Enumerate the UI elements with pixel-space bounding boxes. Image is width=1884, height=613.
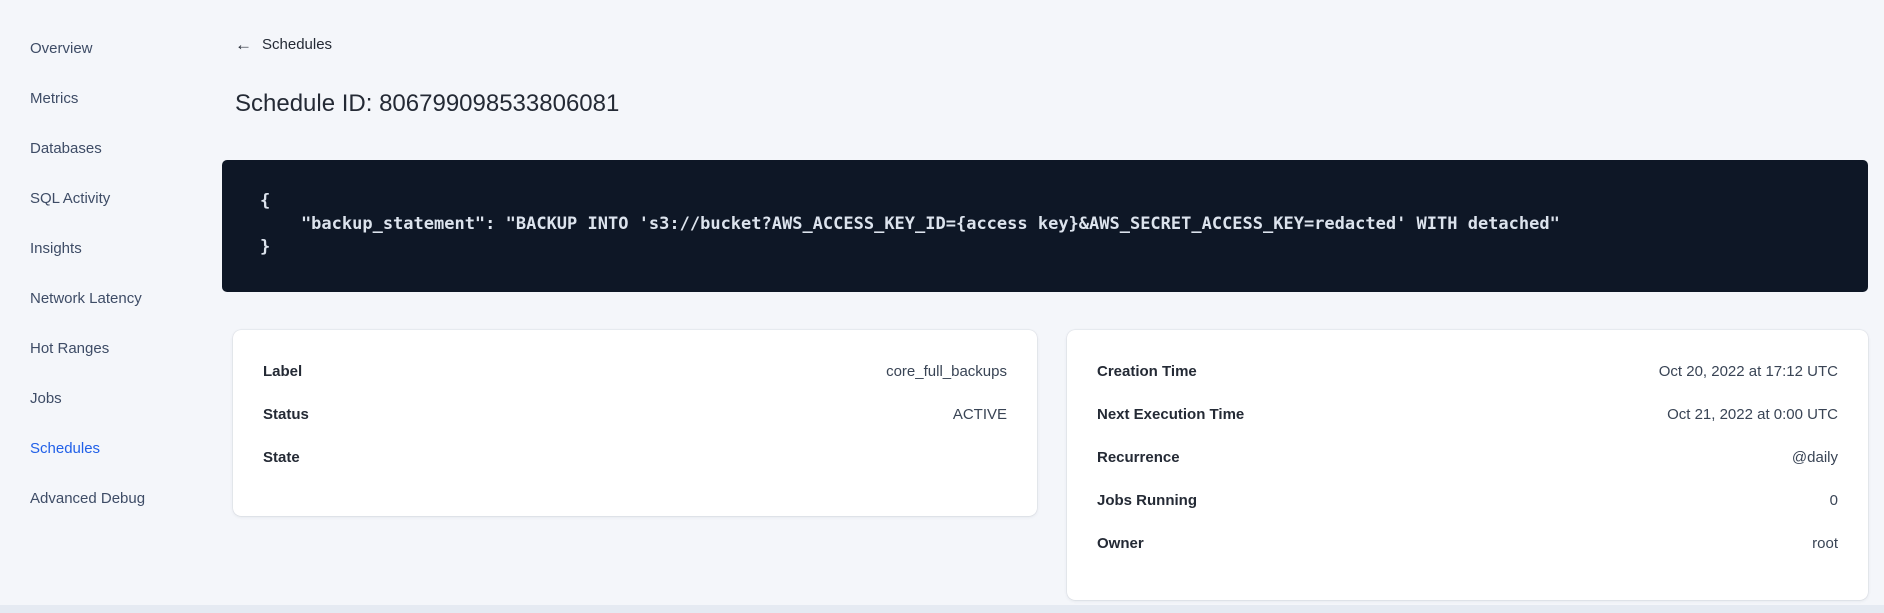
code-line: { [260,191,271,211]
row-value: Oct 20, 2022 at 17:12 UTC [1658,363,1838,380]
row-value: Oct 21, 2022 at 0:00 UTC [1667,406,1838,423]
sidebar-item-network-latency[interactable]: Network Latency [0,273,206,323]
sidebar-item-advanced-debug[interactable]: Advanced Debug [0,473,206,523]
sidebar-item-label: SQL Activity [30,189,111,207]
row-label: Owner [1097,535,1144,552]
row-label: Creation Time [1097,363,1197,380]
sidebar-item-jobs[interactable]: Jobs [0,373,206,423]
card-row-label: Label core_full_backups [263,360,1007,384]
row-label: State [263,449,300,466]
card-row-recurrence: Recurrence @daily [1097,446,1838,470]
schedule-timing-card: Creation Time Oct 20, 2022 at 17:12 UTC … [1067,330,1868,600]
sidebar-item-label: Jobs [30,389,62,407]
page-title: Schedule ID: 806799098533806081 [235,90,620,117]
row-value: core_full_backups [886,363,1007,380]
sidebar-item-sql-activity[interactable]: SQL Activity [0,173,206,223]
card-row-owner: Owner root [1097,532,1838,556]
card-row-creation-time: Creation Time Oct 20, 2022 at 17:12 UTC [1097,360,1838,384]
sidebar-item-label: Overview [30,39,93,57]
row-value: 0 [1829,492,1838,509]
row-value: @daily [1791,449,1838,466]
summary-cards-row: Label core_full_backups Status ACTIVE St… [233,330,1868,600]
bottom-edge-strip [0,605,1884,613]
row-label: Recurrence [1097,449,1180,466]
card-row-jobs-running: Jobs Running 0 [1097,489,1838,513]
sidebar-item-overview[interactable]: Overview [0,23,206,73]
sidebar-item-metrics[interactable]: Metrics [0,73,206,123]
back-to-schedules-link[interactable]: ← Schedules [235,36,332,53]
sidebar-item-label: Schedules [30,439,101,457]
back-link-label: Schedules [262,36,333,53]
sidebar-item-databases[interactable]: Databases [0,123,206,173]
row-label: Jobs Running [1097,492,1197,509]
code-line: } [260,237,271,257]
card-row-state: State [263,446,1007,470]
code-line: "backup_statement": "BACKUP INTO 's3://b… [260,214,1560,234]
row-label: Next Execution Time [1097,406,1245,423]
sidebar-item-hot-ranges[interactable]: Hot Ranges [0,323,206,373]
backup-statement-code-block: { "backup_statement": "BACKUP INTO 's3:/… [222,160,1868,292]
schedule-details-card: Label core_full_backups Status ACTIVE St… [233,330,1037,516]
sidebar-item-label: Databases [30,139,102,157]
row-value: ACTIVE [952,406,1007,423]
schedule-detail-page: ← Schedules Schedule ID: 806799098533806… [222,0,1868,600]
sidebar-item-label: Metrics [30,89,79,107]
sidebar-item-label: Network Latency [30,289,142,307]
card-row-next-execution-time: Next Execution Time Oct 21, 2022 at 0:00… [1097,403,1838,427]
card-row-status: Status ACTIVE [263,403,1007,427]
sidebar-item-schedules[interactable]: Schedules [0,423,206,473]
sidebar-item-label: Advanced Debug [30,489,146,507]
sidebar-item-label: Hot Ranges [30,339,110,357]
sidebar-item-label: Insights [30,239,82,257]
back-arrow-icon: ← [235,35,252,54]
sidebar-item-insights[interactable]: Insights [0,223,206,273]
sidebar: Overview Metrics Databases SQL Activity … [0,23,206,523]
row-label: Status [263,406,309,423]
row-value: root [1812,535,1838,552]
row-label: Label [263,363,303,380]
